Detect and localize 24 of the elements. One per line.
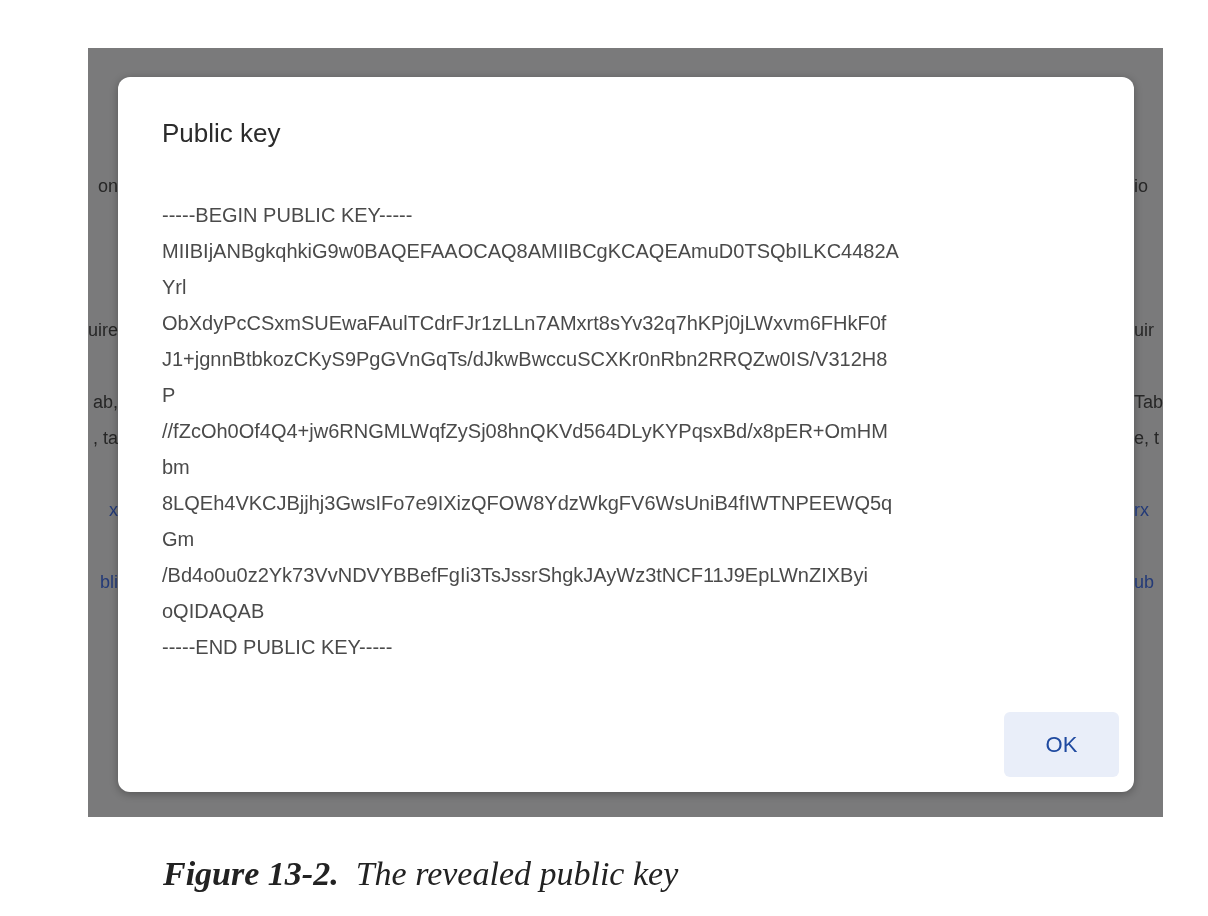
key-line: P xyxy=(162,383,176,408)
figure-caption: Figure 13-2. The revealed public key xyxy=(163,855,679,893)
background-text: io xyxy=(1134,175,1149,198)
key-line: Yrl xyxy=(162,275,187,300)
key-line: //fZcOh0Of4Q4+jw6RNGMLWqfZySj08hnQKVd564DLyKYPqsxBd/x8pER+OmHM xyxy=(162,419,888,444)
background-text: uir xyxy=(1134,319,1155,342)
background-text: , ta xyxy=(93,427,118,450)
key-line: J1+jgnnBtbkozCKyS9PgGVnGqTs/dJkwBwccuSCXKr0nRbn2RRQZw0IS/V312H8 xyxy=(162,347,888,372)
background-text: uire xyxy=(88,319,118,342)
background-text: Tab xyxy=(1134,391,1163,414)
background-text: ab, xyxy=(93,391,118,414)
key-line: ObXdyPcCSxmSUEwaFAulTCdrFJr1zLLn7AMxrt8sYv32q7hKPj0jLWxvm6FHkF0f xyxy=(162,311,887,336)
ok-button[interactable]: OK xyxy=(1004,712,1119,777)
dialog-title: Public key xyxy=(162,117,281,149)
key-line: Gm xyxy=(162,527,195,552)
key-line: oQIDAQAB xyxy=(162,599,265,624)
background-text: on xyxy=(98,175,118,198)
key-line: MIIBIjANBgkqhkiG9w0BAQEFAAOCAQ8AMIIBCgKCAQEAmuD0TSQbILKC4482A xyxy=(162,239,899,264)
key-line: /Bd4o0u0z2Yk73VvNDVYBBefFgIi3TsJssrShgkJAyWz3tNCF11J9EpLWnZIXByi xyxy=(162,563,868,588)
key-line: -----END PUBLIC KEY----- xyxy=(162,635,393,660)
key-line: -----BEGIN PUBLIC KEY----- xyxy=(162,203,413,228)
background-text: e, t xyxy=(1134,427,1160,450)
key-line: bm xyxy=(162,455,190,480)
key-line: 8LQEh4VKCJBjjhj3GwsIFo7e9IXizQFOW8YdzWkgFV6WsUniB4fIWTNPEEWQ5q xyxy=(162,491,893,516)
